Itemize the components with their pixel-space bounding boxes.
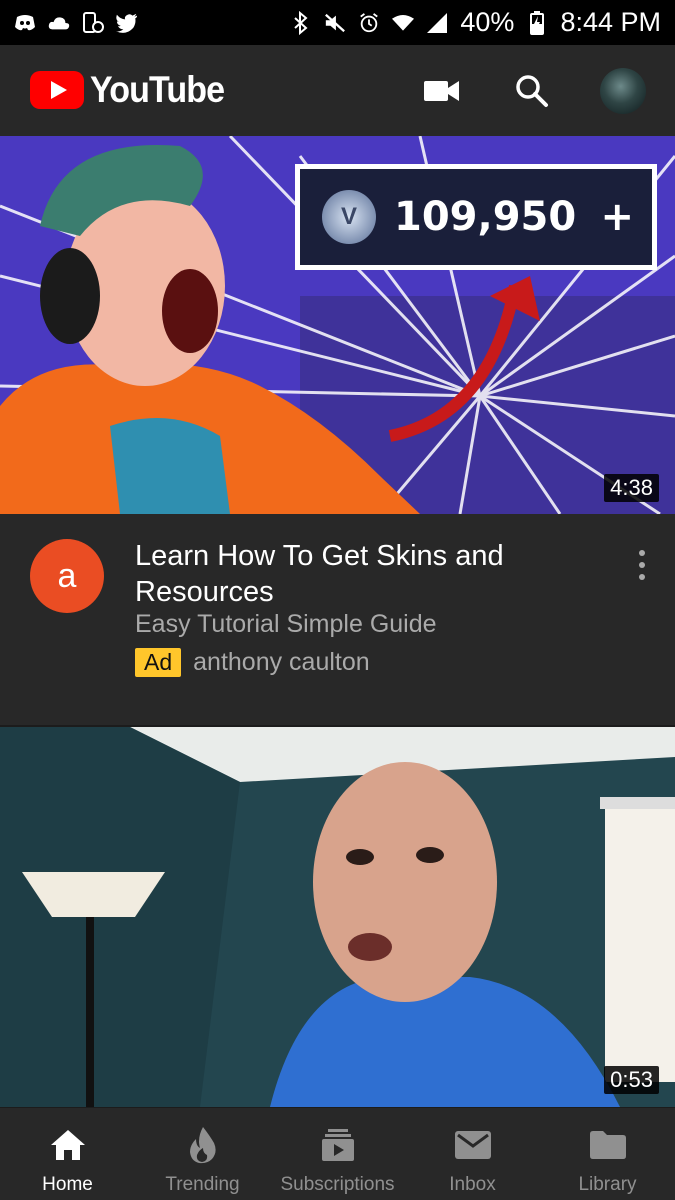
discord-icon (14, 12, 36, 34)
flame-icon (183, 1126, 223, 1164)
video-title[interactable]: Learn How To Get Skins and Resources (135, 538, 555, 610)
dot (639, 574, 645, 580)
twitter-icon (116, 12, 138, 34)
status-bar: 40% 8:44 PM (0, 0, 675, 45)
nav-label: Trending (165, 1174, 240, 1195)
account-avatar[interactable] (600, 68, 646, 114)
logo-text: YouTube (90, 69, 225, 110)
wifi-icon (392, 12, 415, 34)
camera-upload-button[interactable] (420, 69, 464, 113)
advertiser-name: anthony caulton (193, 648, 370, 676)
clock: 8:44 PM (560, 7, 661, 37)
bottom-navigation: Home Trending Subscriptions Inbox Librar… (0, 1107, 675, 1200)
ad-row: Ad anthony caulton (135, 648, 370, 677)
video-subtitle: Easy Tutorial Simple Guide (135, 610, 437, 638)
mute-icon (324, 12, 346, 34)
v-bucks-icon: V (322, 190, 376, 244)
nav-label: Subscriptions (280, 1174, 395, 1195)
video-duration: 0:53 (604, 1066, 659, 1094)
notification-icons (14, 11, 138, 34)
bluetooth-icon (290, 10, 312, 35)
play-logo-icon (30, 71, 84, 109)
home-icon (48, 1126, 88, 1164)
coin-plus: + (600, 194, 634, 240)
youtube-logo[interactable]: YouTube (30, 69, 236, 111)
nav-label: Home (42, 1174, 93, 1195)
subscriptions-icon (318, 1126, 358, 1164)
video-duration: 4:38 (604, 474, 659, 502)
thumbnail-artwork (0, 727, 675, 1107)
cloud-icon (48, 12, 70, 34)
ad-badge: Ad (135, 648, 182, 677)
more-options-button[interactable] (628, 548, 656, 582)
video-info: a Learn How To Get Skins and Resources E… (0, 514, 675, 726)
nav-library[interactable]: Library (540, 1108, 675, 1200)
coin-amount: 109,950 (394, 194, 577, 240)
phone-alarm-icon (82, 11, 104, 34)
app-bar: YouTube (0, 45, 675, 136)
search-button[interactable] (510, 69, 554, 113)
video-thumbnail[interactable]: V 109,950 + 4:38 (0, 136, 675, 514)
mail-icon (453, 1126, 493, 1164)
signal-icon (426, 12, 448, 34)
video-camera-icon (424, 81, 459, 101)
dot (639, 562, 645, 568)
battery-percent: 40% (460, 7, 515, 37)
dot (639, 550, 645, 556)
nav-home[interactable]: Home (0, 1108, 135, 1200)
coin-counter-banner: V 109,950 + (295, 164, 657, 270)
nav-subscriptions[interactable]: Subscriptions (270, 1108, 405, 1200)
alarm-icon (358, 12, 380, 34)
nav-trending[interactable]: Trending (135, 1108, 270, 1200)
nav-inbox[interactable]: Inbox (405, 1108, 540, 1200)
channel-avatar[interactable]: a (30, 539, 104, 613)
folder-icon (588, 1126, 628, 1164)
search-icon (516, 75, 548, 107)
nav-label: Inbox (449, 1174, 496, 1195)
battery-icon (526, 10, 548, 35)
system-indicators: 40% 8:44 PM (290, 7, 661, 38)
video-thumbnail[interactable]: 0:53 (0, 727, 675, 1107)
nav-label: Library (578, 1174, 637, 1195)
